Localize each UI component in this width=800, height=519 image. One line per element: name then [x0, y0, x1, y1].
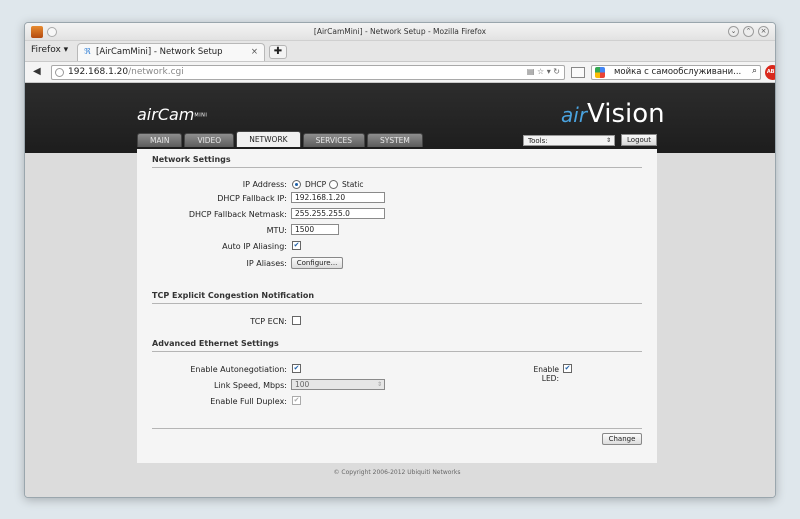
title-bar: [AirCamMini] - Network Setup - Mozilla F… — [25, 23, 775, 41]
new-tab-button[interactable]: ✚ — [269, 45, 287, 59]
minimize-icon[interactable]: ⌄ — [728, 26, 739, 37]
nav-bar: ◀ 192.168.1.20/network.cgi ▤ ☆ ▾ ↻ мойка… — [25, 61, 775, 83]
full-duplex-checkbox: ✔ — [292, 396, 301, 405]
mtu-input[interactable]: 1500 — [291, 224, 339, 235]
led-checkbox[interactable]: ✔ — [563, 364, 572, 373]
dhcp-radio[interactable] — [292, 180, 301, 189]
link-speed-value: 100 — [295, 380, 310, 389]
firefox-menu-button[interactable]: Firefox ▾ — [31, 45, 68, 55]
maximize-icon[interactable]: ⌃ — [743, 26, 754, 37]
airvision-logo: airVision — [561, 99, 665, 129]
tab-video[interactable]: VIDEO — [184, 133, 235, 147]
link-speed-input: 100 ⇕ — [291, 379, 385, 390]
autoneg-label: Enable Autonegotiation: — [190, 365, 287, 374]
browser-tab[interactable]: ℜ [AirCamMini] - Network Setup × — [77, 43, 265, 61]
actions-divider — [152, 428, 642, 429]
ip-address-label: IP Address: — [242, 180, 287, 189]
adblock-icon[interactable]: ABP — [765, 65, 775, 80]
brand-vision: Vision — [587, 99, 665, 129]
static-radio[interactable] — [329, 180, 338, 189]
static-label: Static — [342, 180, 364, 189]
autoneg-checkbox[interactable]: ✔ — [292, 364, 301, 373]
fallback-netmask-label: DHCP Fallback Netmask: — [188, 210, 287, 219]
fallback-ip-input[interactable]: 192.168.1.20 — [291, 192, 385, 203]
window-title: [AirCamMini] - Network Setup - Mozilla F… — [313, 27, 487, 36]
close-icon[interactable]: × — [758, 26, 769, 37]
main-tabs: MAIN VIDEO NETWORK SERVICES SYSTEM — [137, 131, 423, 147]
browser-window: [AirCamMini] - Network Setup - Mozilla F… — [24, 22, 776, 498]
logo-cam: Cam — [157, 105, 195, 124]
url-actions-icon[interactable]: ▤ ☆ ▾ ↻ — [527, 67, 560, 76]
tools-select[interactable]: Tools: ⇕ — [523, 135, 615, 146]
fallback-netmask-input[interactable]: 255.255.255.0 — [291, 208, 385, 219]
url-host: 192.168.1.20 — [68, 67, 129, 77]
configure-button[interactable]: Configure... — [291, 257, 343, 269]
ip-aliases-label: IP Aliases: — [246, 259, 288, 268]
page-content: airCamMINI airVision MAIN VIDEO NETWORK … — [25, 83, 775, 497]
auto-alias-label: Auto IP Aliasing: — [222, 242, 287, 251]
settings-panel: Network Settings IP Address: DHCP Static… — [137, 149, 657, 463]
search-text: мойка с самообслуживани... — [614, 67, 742, 77]
url-path: /network.cgi — [128, 67, 184, 77]
network-settings-title: Network Settings — [152, 155, 642, 168]
logout-button[interactable]: Logout — [621, 134, 657, 146]
change-button[interactable]: Change — [602, 433, 642, 445]
link-speed-label: Link Speed, Mbps: — [213, 381, 287, 390]
tab-services[interactable]: SERVICES — [302, 133, 365, 147]
dhcp-label: DHCP — [305, 180, 327, 189]
aircam-logo: airCamMINI — [137, 105, 207, 124]
search-input[interactable]: мойка с самообслуживани... ⌕ — [591, 65, 761, 80]
tcp-ecn-checkbox[interactable] — [292, 316, 301, 325]
led-label: Enable LED: — [533, 365, 559, 383]
google-icon — [595, 67, 605, 78]
globe-icon — [55, 68, 64, 77]
tcp-ecn-label: TCP ECN: — [250, 317, 287, 326]
back-icon[interactable]: ◀ — [33, 66, 41, 77]
spinner-icon: ⇕ — [605, 137, 611, 144]
url-bar[interactable]: 192.168.1.20/network.cgi ▤ ☆ ▾ ↻ — [51, 65, 565, 80]
tab-system[interactable]: SYSTEM — [366, 133, 423, 147]
fallback-ip-label: DHCP Fallback IP: — [217, 194, 287, 203]
full-duplex-label: Enable Full Duplex: — [210, 397, 287, 406]
copyright-footer: © Copyright 2006-2012 Ubiquiti Networks — [333, 469, 461, 476]
mail-icon[interactable] — [571, 67, 585, 78]
tab-bar: Firefox ▾ ℜ [AirCamMini] - Network Setup … — [25, 41, 775, 61]
logo-air: air — [137, 105, 158, 124]
tab-close-icon[interactable]: × — [251, 47, 258, 57]
rss-icon: ℜ — [84, 47, 91, 56]
mtu-label: MTU: — [266, 226, 287, 235]
auto-alias-checkbox[interactable]: ✔ — [292, 241, 301, 250]
logo-mini: MINI — [194, 112, 208, 119]
spinner-icon: ⇕ — [376, 381, 382, 388]
tab-network[interactable]: NETWORK — [236, 131, 301, 147]
tab-title: [AirCamMini] - Network Setup — [96, 47, 223, 57]
brand-air: air — [561, 103, 588, 127]
tcp-ecn-title: TCP Explicit Congestion Notification — [152, 291, 642, 304]
search-icon[interactable]: ⌕ — [752, 66, 757, 76]
tab-main[interactable]: MAIN — [137, 133, 183, 147]
ethernet-settings-title: Advanced Ethernet Settings — [152, 339, 642, 352]
tools-label: Tools: — [528, 137, 548, 145]
